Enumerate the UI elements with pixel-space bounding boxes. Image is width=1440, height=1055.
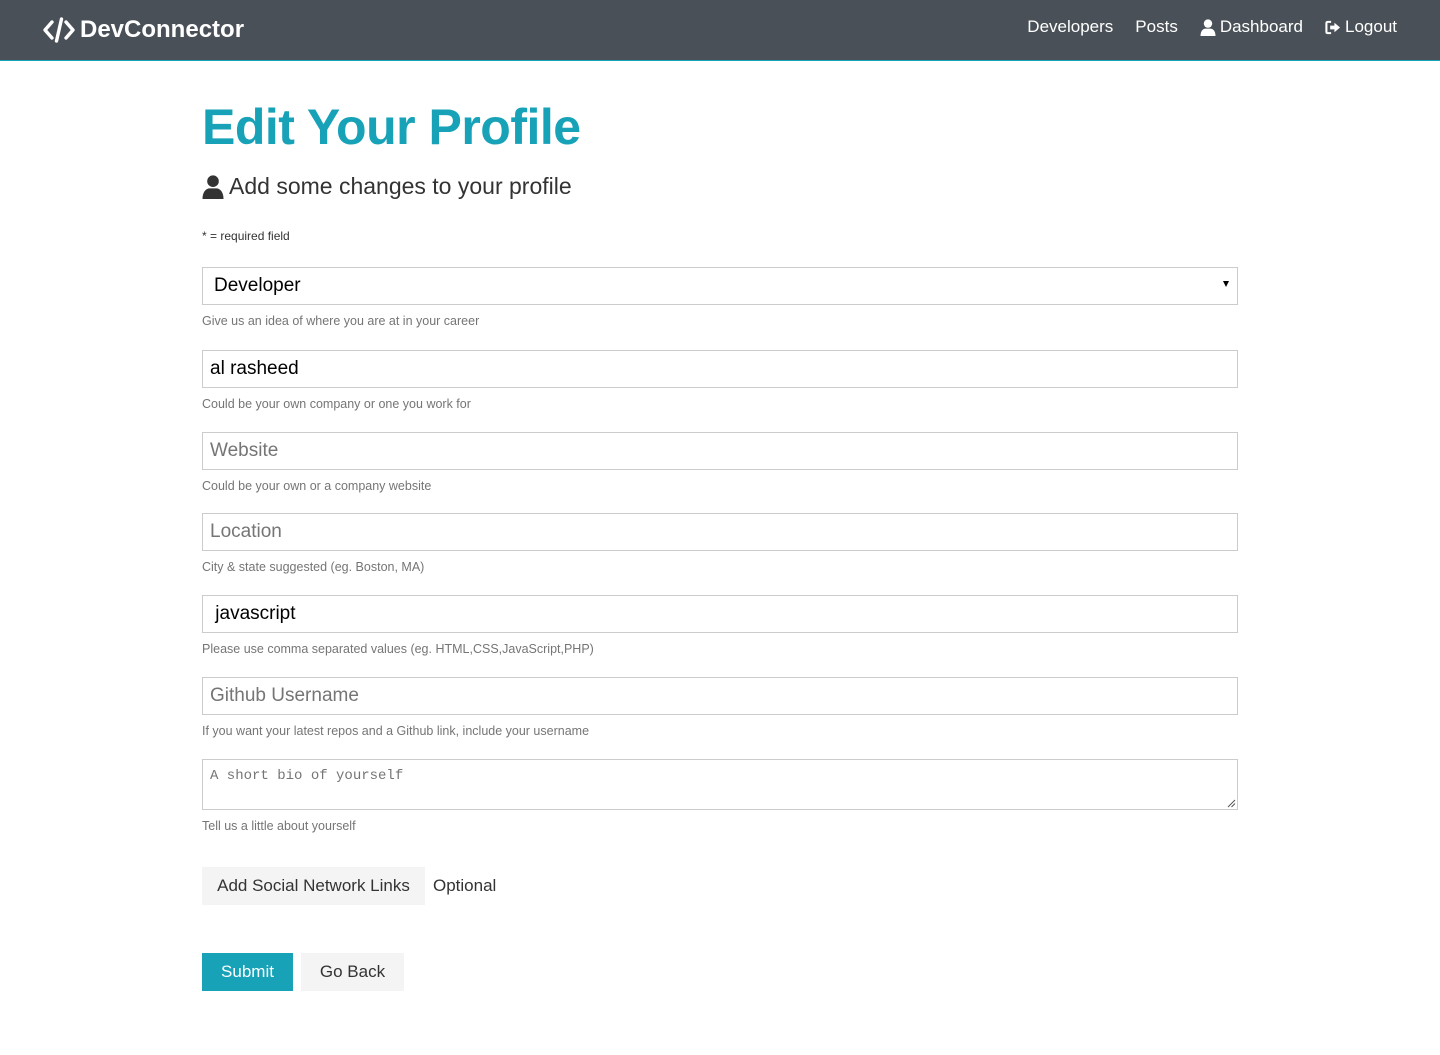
skills-input-value: javascript xyxy=(210,603,296,624)
skills-input[interactable]: javascript xyxy=(202,595,1238,633)
nav-links: Developers Posts Dashboard Logout xyxy=(1005,17,1397,37)
company-input[interactable]: al rasheed xyxy=(202,350,1238,388)
github-input-placeholder: Github Username xyxy=(210,685,359,706)
nav-logout-label: Logout xyxy=(1345,17,1397,36)
brand-link[interactable]: DevConnector xyxy=(43,15,244,45)
nav-posts-link[interactable]: Posts xyxy=(1135,17,1178,37)
status-hint: Give us an idea of where you are at in y… xyxy=(202,314,480,328)
sign-out-icon xyxy=(1325,20,1341,34)
user-icon xyxy=(202,174,224,199)
navbar: DevConnector Developers Posts Dashboard … xyxy=(0,0,1440,61)
location-hint: City & state suggested (eg. Boston, MA) xyxy=(202,560,425,574)
skills-field: javascript Please use comma separated va… xyxy=(202,595,1238,656)
location-field: Location City & state suggested (eg. Bos… xyxy=(202,513,1238,574)
nav-developers-label: Developers xyxy=(1027,17,1114,36)
bio-hint: Tell us a little about yourself xyxy=(202,819,356,833)
github-hint: If you want your latest repos and a Gith… xyxy=(202,724,590,738)
code-icon xyxy=(43,17,75,43)
caret-down-icon xyxy=(1223,281,1229,287)
website-hint: Could be your own or a company website xyxy=(202,479,432,493)
page-lead-text: Add some changes to your profile xyxy=(229,173,572,199)
location-input-placeholder: Location xyxy=(210,521,282,542)
github-username-input[interactable]: Github Username xyxy=(202,677,1238,715)
status-select[interactable]: Developer xyxy=(202,267,1238,305)
github-field: Github Username If you want your latest … xyxy=(202,677,1238,738)
website-input-placeholder: Website xyxy=(210,440,279,461)
nav-dashboard-link[interactable]: Dashboard xyxy=(1200,17,1303,37)
page-title: Edit Your Profile xyxy=(202,99,581,155)
brand-label: DevConnector xyxy=(80,16,245,43)
required-note: * = required field xyxy=(202,229,290,243)
bio-textarea[interactable]: A short bio of yourself xyxy=(202,759,1238,810)
add-social-links-button[interactable]: Add Social Network Links xyxy=(202,867,425,905)
bio-textarea-placeholder: A short bio of yourself xyxy=(210,768,404,784)
skills-hint: Please use comma separated values (eg. H… xyxy=(202,642,594,656)
go-back-button[interactable]: Go Back xyxy=(301,953,404,991)
resize-grip-icon[interactable] xyxy=(1227,799,1236,808)
website-field: Website Could be your own or a company w… xyxy=(202,432,1238,493)
optional-label: Optional xyxy=(433,876,497,895)
nav-posts-label: Posts xyxy=(1135,17,1178,36)
page-lead: Add some changes to your profile xyxy=(202,173,572,200)
user-icon xyxy=(1200,18,1216,36)
website-input[interactable]: Website xyxy=(202,432,1238,470)
nav-dashboard-label: Dashboard xyxy=(1219,17,1303,36)
submit-button[interactable]: Submit xyxy=(202,953,293,991)
status-select-value: Developer xyxy=(214,275,301,296)
bio-field: A short bio of yourself Tell us a little… xyxy=(202,759,1238,833)
company-hint: Could be your own company or one you wor… xyxy=(202,397,471,411)
status-field: Developer Give us an idea of where you a… xyxy=(202,267,1238,328)
nav-developers-link[interactable]: Developers xyxy=(1027,17,1113,37)
nav-logout-link[interactable]: Logout xyxy=(1325,17,1397,37)
company-field: al rasheed Could be your own company or … xyxy=(202,350,1238,411)
location-input[interactable]: Location xyxy=(202,513,1238,551)
company-input-value: al rasheed xyxy=(210,358,299,379)
